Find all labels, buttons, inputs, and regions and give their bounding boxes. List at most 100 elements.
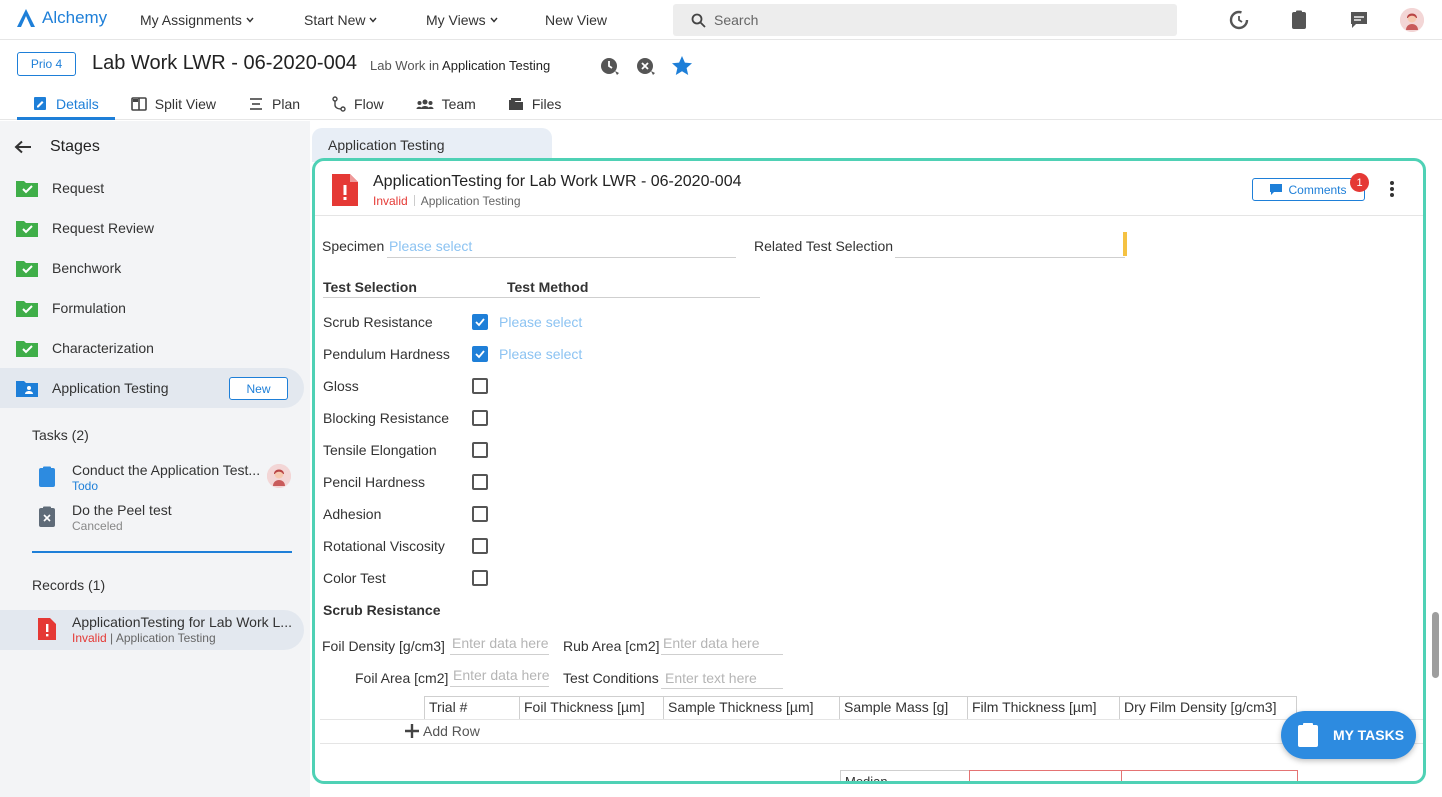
rub-area-input[interactable]: Enter data here xyxy=(663,635,760,651)
cancel-timer-icon[interactable] xyxy=(634,54,658,78)
tab-split-view[interactable]: Split View xyxy=(115,90,232,118)
header-underline xyxy=(323,297,760,298)
stage-label: Formulation xyxy=(52,300,126,316)
tasks-header: Tasks (2) xyxy=(32,427,89,443)
history-icon[interactable] xyxy=(1228,9,1250,31)
tab-details[interactable]: Details xyxy=(17,90,115,120)
chat-icon[interactable] xyxy=(1348,9,1370,31)
my-tasks-button[interactable]: MY TASKS xyxy=(1281,711,1416,759)
back-arrow-icon[interactable] xyxy=(14,140,32,154)
median-dry-film-density-cell[interactable] xyxy=(1121,770,1298,781)
record-status: Invalid xyxy=(72,631,107,645)
specimen-select[interactable]: Please select xyxy=(389,238,472,254)
comments-count-badge: 1 xyxy=(1350,173,1369,192)
test-label: Blocking Resistance xyxy=(323,410,450,426)
test-method-select[interactable]: Please select xyxy=(499,314,582,330)
sidebar: Stages Request Request Review Benchwork … xyxy=(0,121,310,797)
nav-my-views[interactable]: My Views xyxy=(426,12,498,28)
test-conditions-input[interactable]: Enter text here xyxy=(665,670,757,686)
top-bar: Alchemy My Assignments Start New My View… xyxy=(0,0,1442,40)
test-method-select[interactable]: Please select xyxy=(499,346,582,362)
split-view-icon xyxy=(130,97,147,111)
scrollbar[interactable] xyxy=(1432,612,1439,678)
stage-formulation[interactable]: Formulation xyxy=(0,288,304,328)
test-checkbox[interactable] xyxy=(472,570,488,586)
tab-team[interactable]: Team xyxy=(400,90,492,118)
trial-table-header: Trial # Foil Thickness [µm] Sample Thick… xyxy=(424,696,1297,720)
related-test-selection-field[interactable] xyxy=(895,257,1125,258)
star-icon[interactable] xyxy=(670,54,694,78)
add-row-band: Add Row xyxy=(320,719,1423,744)
more-options-icon[interactable] xyxy=(1389,180,1395,198)
median-film-thickness-cell[interactable] xyxy=(969,770,1122,781)
tab-plan[interactable]: Plan xyxy=(232,90,316,118)
card-header: ApplicationTesting for Lab Work LWR - 06… xyxy=(315,161,1423,216)
test-checkbox[interactable] xyxy=(472,346,488,362)
foil-area-label: Foil Area [cm2] xyxy=(355,670,449,686)
stage-tab[interactable]: Application Testing xyxy=(312,128,552,162)
foil-density-input[interactable]: Enter data here xyxy=(452,635,549,651)
card-status: Invalid xyxy=(373,194,408,208)
chevron-down-icon xyxy=(369,17,378,23)
logo-text: Alchemy xyxy=(42,8,108,27)
test-checkbox[interactable] xyxy=(472,506,488,522)
nav-new-view[interactable]: New View xyxy=(545,12,607,28)
plus-icon xyxy=(405,724,419,738)
tab-label: Split View xyxy=(154,96,217,112)
alchemy-logo[interactable]: Alchemy xyxy=(16,8,107,28)
task-item[interactable]: Do the Peel test Canceled xyxy=(38,502,298,536)
test-label: Pendulum Hardness xyxy=(323,346,450,362)
user-avatar[interactable] xyxy=(1400,8,1424,32)
test-checkbox[interactable] xyxy=(472,410,488,426)
nav-start-new[interactable]: Start New xyxy=(304,12,378,28)
stage-characterization[interactable]: Characterization xyxy=(0,328,304,368)
stage-request-review[interactable]: Request Review xyxy=(0,208,304,248)
task-item[interactable]: Conduct the Application Test... Todo xyxy=(38,462,298,496)
scrub-resistance-header: Scrub Resistance xyxy=(323,602,441,618)
input-underline xyxy=(450,654,549,655)
test-checkbox[interactable] xyxy=(472,314,488,330)
avatar-icon xyxy=(267,464,291,488)
stage-application-testing[interactable]: Application Testing New xyxy=(0,368,304,408)
tab-files[interactable]: Files xyxy=(492,90,578,118)
nav-my-assignments[interactable]: My Assignments xyxy=(140,12,254,28)
clipboard-icon[interactable] xyxy=(1288,9,1310,31)
stage-label: Characterization xyxy=(52,340,154,356)
test-label: Scrub Resistance xyxy=(323,314,433,330)
clipboard-icon xyxy=(1298,723,1318,747)
records-header: Records (1) xyxy=(32,577,106,593)
check-icon xyxy=(475,350,485,359)
task-assignee-avatar xyxy=(267,464,291,488)
tab-label: Plan xyxy=(272,96,301,112)
subtitle-stage: Application Testing xyxy=(442,58,551,73)
invalid-record-icon xyxy=(332,174,358,206)
tab-flow[interactable]: Flow xyxy=(316,90,400,118)
record-stage: Application Testing xyxy=(115,631,216,645)
active-folder-icon xyxy=(16,381,38,397)
timer-icon[interactable] xyxy=(598,54,622,78)
test-conditions-label: Test Conditions xyxy=(563,670,659,686)
test-checkbox[interactable] xyxy=(472,538,488,554)
alchemy-logo-icon xyxy=(17,9,35,27)
test-checkbox[interactable] xyxy=(472,474,488,490)
related-test-selection-label: Related Test Selection xyxy=(754,238,894,254)
test-checkbox[interactable] xyxy=(472,442,488,458)
comments-button[interactable]: Comments xyxy=(1252,178,1365,201)
test-label: Tensile Elongation xyxy=(323,442,437,458)
test-checkbox[interactable] xyxy=(472,378,488,394)
add-row-button[interactable]: Add Row xyxy=(405,723,480,739)
test-label: Rotational Viscosity xyxy=(323,538,445,554)
new-badge[interactable]: New xyxy=(229,377,288,400)
record-card: ApplicationTesting for Lab Work LWR - 06… xyxy=(312,158,1426,784)
search-input[interactable]: Search xyxy=(673,4,1177,36)
stage-benchwork[interactable]: Benchwork xyxy=(0,248,304,288)
nav-label: My Assignments xyxy=(140,12,242,28)
record-list-item[interactable]: ApplicationTesting for Lab Work L... Inv… xyxy=(0,610,304,650)
chevron-down-icon xyxy=(490,17,498,23)
stage-request[interactable]: Request xyxy=(0,168,304,208)
record-subtitle: Invalid | Application Testing xyxy=(72,631,216,645)
foil-area-input[interactable]: Enter data here xyxy=(453,667,550,683)
test-label: Gloss xyxy=(323,378,359,394)
stage-label: Benchwork xyxy=(52,260,122,276)
priority-badge[interactable]: Prio 4 xyxy=(17,52,76,76)
